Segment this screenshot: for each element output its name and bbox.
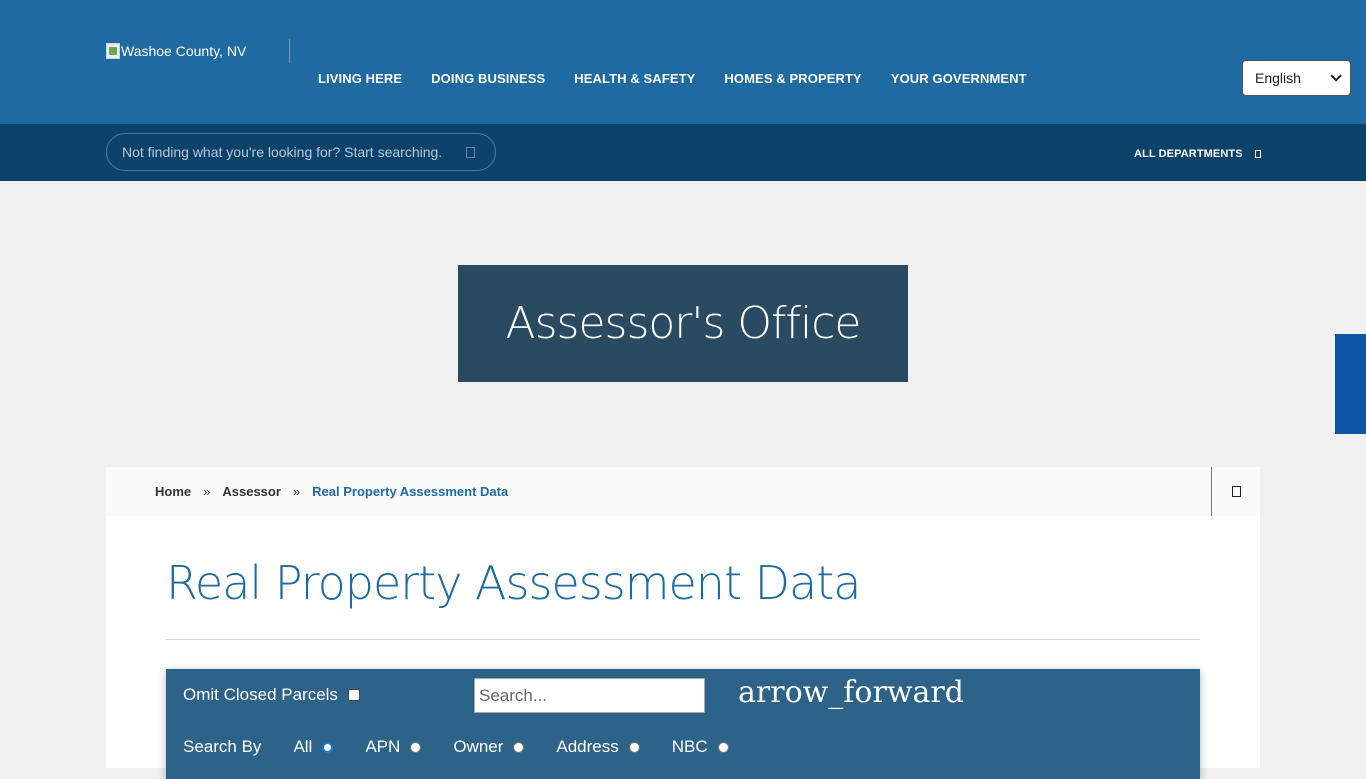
language-select[interactable]: English — [1242, 60, 1351, 96]
nav-homes-property[interactable]: HOMES & PROPERTY — [724, 71, 861, 86]
feedback-tab[interactable] — [1335, 334, 1366, 434]
omit-closed-parcels[interactable]: Omit Closed Parcels — [183, 685, 360, 705]
radio-address[interactable]: Address — [556, 737, 640, 757]
sub-header: Not finding what you're looking for? Sta… — [0, 124, 1366, 181]
logo-alt-text: Washoe County, NV — [121, 43, 247, 59]
nav-living-here[interactable]: LIVING HERE — [318, 71, 402, 86]
print-icon — [1231, 486, 1241, 497]
radio-apn-button[interactable] — [410, 741, 422, 753]
menu-icon — [1254, 150, 1261, 158]
search-by-group: Search By All APN Owner Address NBC — [183, 737, 729, 757]
title-divider — [166, 639, 1200, 640]
breadcrumb-separator: » — [292, 484, 301, 499]
radio-owner-label: Owner — [453, 737, 504, 756]
nav-health-safety[interactable]: HEALTH & SAFETY — [574, 71, 695, 86]
breadcrumb-bar: Home » Assessor » Real Property Assessme… — [106, 467, 1260, 516]
breadcrumb-home[interactable]: Home — [155, 484, 191, 499]
breadcrumb-separator: » — [203, 484, 211, 499]
nav-doing-business[interactable]: DOING BUSINESS — [431, 71, 545, 86]
site-search-input[interactable]: Not finding what you're looking for? Sta… — [106, 133, 496, 171]
parcel-search-placeholder: Search... — [479, 685, 548, 705]
omit-closed-label: Omit Closed Parcels — [183, 685, 338, 704]
language-selected: English — [1255, 70, 1301, 86]
breadcrumb-assessor[interactable]: Assessor — [222, 484, 281, 499]
broken-image-icon — [106, 43, 120, 59]
parcel-search-input[interactable]: Search... — [474, 678, 705, 713]
radio-all-button[interactable] — [322, 741, 334, 753]
site-logo[interactable]: Washoe County, NV — [106, 40, 246, 62]
print-button[interactable] — [1211, 467, 1260, 516]
page-title: Real Property Assessment Data — [166, 556, 861, 610]
main-nav: LIVING HERE DOING BUSINESS HEALTH & SAFE… — [318, 71, 1056, 86]
radio-nbc-button[interactable] — [717, 741, 729, 753]
search-by-label: Search By — [183, 737, 262, 756]
arrow-forward-icon[interactable]: arrow_forward — [738, 675, 964, 710]
radio-owner[interactable]: Owner — [453, 737, 525, 757]
breadcrumb-current: Real Property Assessment Data — [312, 484, 509, 499]
breadcrumb: Home » Assessor » Real Property Assessme… — [155, 484, 508, 499]
search-icon[interactable] — [466, 147, 475, 158]
all-departments-button[interactable]: ALL DEPARTMENTS — [1134, 148, 1261, 160]
chevron-down-icon — [1330, 70, 1342, 82]
search-panel: Omit Closed Parcels Search... arrow_forw… — [166, 669, 1200, 779]
radio-apn-label: APN — [365, 737, 401, 756]
radio-address-label: Address — [556, 737, 619, 756]
site-search-placeholder: Not finding what you're looking for? Sta… — [122, 144, 443, 160]
radio-apn[interactable]: APN — [365, 737, 422, 757]
logo-divider — [289, 39, 290, 63]
radio-owner-button[interactable] — [513, 741, 525, 753]
radio-all[interactable]: All — [293, 737, 334, 757]
main-content: Real Property Assessment Data Omit Close… — [106, 516, 1260, 779]
all-departments-label: ALL DEPARTMENTS — [1134, 148, 1243, 160]
site-header: Washoe County, NV LIVING HERE DOING BUSI… — [0, 0, 1366, 124]
hero-banner: Assessor's Office — [458, 265, 908, 382]
nav-your-government[interactable]: YOUR GOVERNMENT — [891, 71, 1027, 86]
radio-nbc[interactable]: NBC — [672, 737, 729, 757]
radio-address-button[interactable] — [628, 741, 640, 753]
radio-nbc-label: NBC — [671, 737, 708, 756]
omit-closed-checkbox[interactable] — [347, 689, 360, 701]
radio-all-label: All — [293, 737, 313, 756]
hero-title: Assessor's Office — [505, 298, 862, 349]
